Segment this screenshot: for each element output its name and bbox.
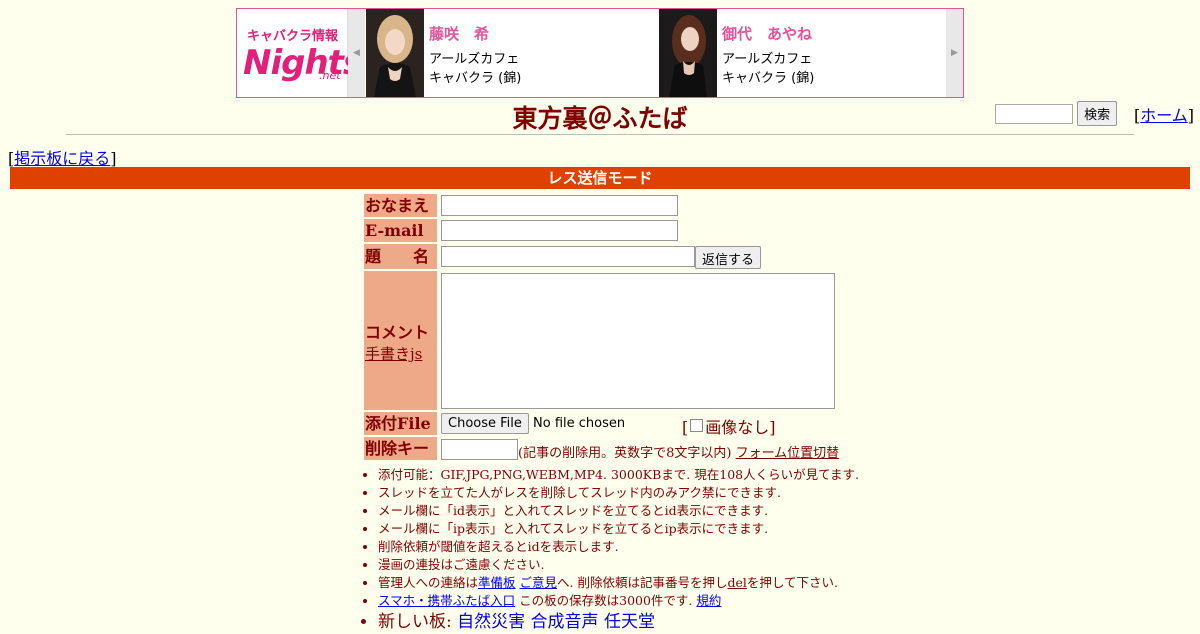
rule-contact: 管理人への連絡は準備板 ご意見へ. 削除依頼は記事番号を押しdelを押して下さい… — [378, 574, 938, 592]
name-label: おなまえ — [364, 194, 437, 217]
del-link[interactable]: del — [727, 575, 746, 590]
mobile-entry-link[interactable]: スマホ・携帯ふたば入口 — [378, 593, 515, 608]
rules-list: 添付可能：GIF,JPG,PNG,WEBM,MP4. 3000KBまで. 現在1… — [364, 466, 938, 634]
choose-file-button[interactable]: Choose File — [441, 413, 529, 434]
ad-banner[interactable]: キャバクラ情報 Nights .net ◀ 藤咲 希 アールズカフェ キャバクラ… — [236, 8, 964, 98]
logo-line1: キャバクラ情報 — [247, 29, 339, 44]
rule-id-display: メール欄に「id表示」と入れてスレッドを立てるとid表示にできます. — [378, 502, 938, 520]
delete-key-hint: (記事の削除用。英数字で8文字以内) — [518, 446, 732, 461]
search-button[interactable]: 検索 — [1077, 101, 1118, 126]
divider — [66, 134, 1134, 135]
rule-new-boards: 新しい板: 自然災害 合成音声 任天堂 — [378, 610, 938, 634]
name-field[interactable] — [441, 195, 678, 216]
no-image-bracket: [ — [682, 418, 689, 437]
subject-field[interactable] — [441, 246, 695, 267]
ad-card-2-name: 御代 あやね — [722, 25, 813, 43]
new-board-voice-link[interactable]: 合成音声 — [531, 612, 599, 632]
new-boards-label: 新しい板: — [378, 612, 452, 632]
no-image-label: 画像なし] — [705, 418, 776, 437]
ad-photo-2 — [659, 9, 717, 97]
rule-delete-threshold: 削除依頼が閾値を超えるとidを表示します. — [378, 538, 938, 556]
file-label: 添付File — [364, 412, 437, 435]
new-board-nintendo-link[interactable]: 任天堂 — [604, 612, 655, 632]
comment-textarea[interactable] — [441, 273, 835, 409]
ad-photo-1 — [366, 9, 424, 97]
prep-board-link[interactable]: 準備板 — [478, 575, 516, 590]
terms-link[interactable]: 規約 — [696, 593, 721, 608]
nights-logo[interactable]: キャバクラ情報 Nights .net — [237, 9, 363, 97]
ad-next-arrow-icon[interactable]: ▶ — [946, 9, 963, 97]
ad-card-1-name: 藤咲 希 — [429, 25, 490, 43]
handwriting-link[interactable]: 手書きjs — [365, 345, 422, 363]
form-position-toggle-link[interactable]: フォーム位置切替 — [736, 446, 840, 461]
ad-card-2-shop: アールズカフェ — [722, 52, 813, 67]
ad-card-1[interactable]: 藤咲 希 アールズカフェ キャバクラ (錦) — [366, 9, 658, 97]
search-form: 検索 — [995, 101, 1118, 126]
subject-label: 題 名 — [364, 244, 437, 269]
feedback-link[interactable]: ご意見 — [520, 575, 558, 590]
contact-text: 管理人への連絡は — [378, 575, 479, 590]
back-nav: [掲示板に戻る] — [8, 145, 117, 169]
rule-mobile: スマホ・携帯ふたば入口 この板の保存数は3000件です. 規約 — [378, 592, 938, 610]
home-nav: [ホーム] — [1134, 102, 1194, 126]
ad-prev-arrow-icon[interactable]: ◀ — [348, 9, 365, 97]
storage-text: この板の保存数は3000件です. — [519, 593, 693, 608]
rule-thread-ban: スレッドを立てた人がレスを削除してスレッド内のみアク禁にできます. — [378, 484, 938, 502]
rule-attachments: 添付可能：GIF,JPG,PNG,WEBM,MP4. 3000KBまで. 現在1… — [378, 466, 938, 484]
ad-card-1-type: キャバクラ (錦) — [429, 71, 522, 86]
ad-card-2[interactable]: 御代 あやね アールズカフェ キャバクラ (錦) — [659, 9, 945, 97]
reply-mode-bar: レス送信モード — [10, 167, 1190, 189]
home-bracket-close: ] — [1187, 106, 1195, 125]
ad-card-1-shop: アールズカフェ — [429, 52, 520, 67]
rule-manga: 漫画の連投はご遠慮ください. — [378, 556, 938, 574]
file-status: No file chosen — [533, 416, 626, 431]
logo-line3: .net — [319, 69, 341, 82]
delete-key-note: (記事の削除用。英数字で8文字以内) フォーム位置切替 — [518, 442, 839, 461]
no-image-checkbox[interactable] — [690, 419, 704, 432]
home-link[interactable]: ホーム — [1140, 106, 1188, 125]
delete-key-label: 削除キー — [364, 437, 437, 460]
file-input[interactable]: Choose File No file chosen — [441, 413, 625, 434]
back-to-board-link[interactable]: 掲示板に戻る — [14, 149, 110, 168]
email-label: E-mail — [364, 219, 437, 242]
submit-reply-button[interactable]: 返信する — [695, 246, 762, 269]
no-image-option: [ 画像なし] — [682, 414, 776, 438]
comment-label: コメント — [365, 323, 430, 342]
contact-text-2: へ. 削除依頼は記事番号を押し — [557, 575, 728, 590]
search-input[interactable] — [995, 103, 1073, 124]
contact-text-3: を押して下さい. — [746, 575, 838, 590]
delete-key-field[interactable] — [441, 439, 518, 460]
logo-line2: Nights — [243, 43, 363, 83]
comment-label-cell: コメント 手書きjs — [364, 271, 437, 410]
ad-card-2-type: キャバクラ (錦) — [722, 71, 815, 86]
back-bracket-close: ] — [110, 149, 117, 168]
new-board-disaster-link[interactable]: 自然災害 — [457, 612, 525, 632]
rule-ip-display: メール欄に「ip表示」と入れてスレッドを立てるとip表示にできます. — [378, 520, 938, 538]
email-field[interactable] — [441, 220, 678, 241]
